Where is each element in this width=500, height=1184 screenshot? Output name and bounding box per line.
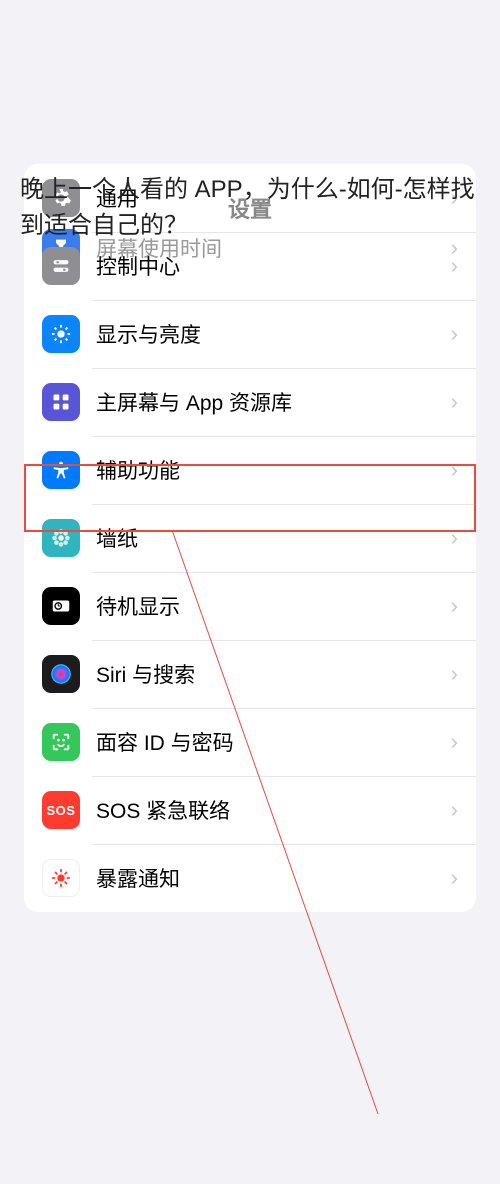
faceid-icon <box>42 723 80 761</box>
app-grid-icon <box>42 383 80 421</box>
accessibility-icon <box>42 451 80 489</box>
row-label: 控制中心 <box>96 251 451 281</box>
chevron-right-icon: › <box>451 865 458 891</box>
row-label: Siri 与搜索 <box>96 659 451 689</box>
row-standby[interactable]: 待机显示 › <box>24 572 476 640</box>
row-label: 待机显示 <box>96 591 451 621</box>
row-siri-search[interactable]: Siri 与搜索 › <box>24 640 476 708</box>
row-label: 墙纸 <box>96 523 451 553</box>
row-label: 面容 ID 与密码 <box>96 727 451 757</box>
row-home-screen[interactable]: 主屏幕与 App 资源库 › <box>24 368 476 436</box>
row-label: 辅助功能 <box>96 455 451 485</box>
flower-icon <box>42 519 80 557</box>
chevron-right-icon: › <box>451 525 458 551</box>
chevron-right-icon: › <box>451 593 458 619</box>
row-wallpaper[interactable]: 墙纸 › <box>24 504 476 572</box>
row-display-brightness[interactable]: 显示与亮度 › <box>24 300 476 368</box>
brightness-icon <box>42 315 80 353</box>
row-face-id[interactable]: 面容 ID 与密码 › <box>24 708 476 776</box>
chevron-right-icon: › <box>451 661 458 687</box>
toggles-icon <box>42 247 80 285</box>
row-label: 显示与亮度 <box>96 319 451 349</box>
chevron-right-icon: › <box>451 253 458 279</box>
chevron-right-icon: › <box>451 797 458 823</box>
clock-icon <box>42 587 80 625</box>
overlay-question-text: 晚上一个人看的 APP，为什么-如何-怎样找到适合自己的？ <box>20 172 480 244</box>
settings-group-main: 通用 › 控制中心 › 显示与亮度 › 主屏幕与 App 资源库 › 辅助功能 … <box>24 164 476 912</box>
row-label: SOS 紧急联络 <box>96 795 451 825</box>
row-accessibility[interactable]: 辅助功能 › <box>24 436 476 504</box>
chevron-right-icon: › <box>451 457 458 483</box>
row-exposure[interactable]: 暴露通知 › <box>24 844 476 912</box>
sos-icon: SOS <box>42 791 80 829</box>
siri-icon <box>42 655 80 693</box>
chevron-right-icon: › <box>451 729 458 755</box>
row-sos[interactable]: SOS SOS 紧急联络 › <box>24 776 476 844</box>
chevron-right-icon: › <box>451 321 458 347</box>
exposure-icon <box>42 859 80 897</box>
row-label: 主屏幕与 App 资源库 <box>96 387 451 417</box>
chevron-right-icon: › <box>451 389 458 415</box>
row-label: 暴露通知 <box>96 863 451 893</box>
